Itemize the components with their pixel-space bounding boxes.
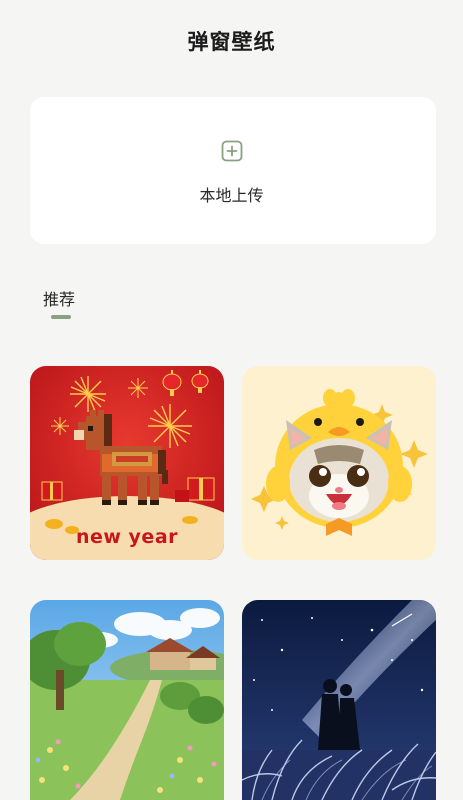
wallpaper-countryside-path[interactable] xyxy=(30,600,224,800)
tab-recommended[interactable]: 推荐 xyxy=(43,286,75,310)
local-upload-card[interactable] xyxy=(30,97,436,244)
local-upload-label[interactable]: 本地上传 xyxy=(0,182,463,206)
page-title: 弹窗壁纸 xyxy=(187,30,276,54)
wallpaper-page: 弹窗壁纸 本地上传 推荐 new year xyxy=(0,0,463,800)
add-square-icon[interactable] xyxy=(221,140,243,162)
new-year-caption: new year xyxy=(75,526,179,548)
wallpaper-cat-chick[interactable] xyxy=(242,366,436,560)
cat-chick-image xyxy=(242,366,436,560)
wallpaper-new-year-horse[interactable]: new year xyxy=(30,366,224,560)
starry-night-image xyxy=(242,600,436,800)
wallpaper-starry-night[interactable] xyxy=(242,600,436,800)
countryside-path-image xyxy=(30,600,224,800)
tab-active-indicator xyxy=(51,315,71,319)
